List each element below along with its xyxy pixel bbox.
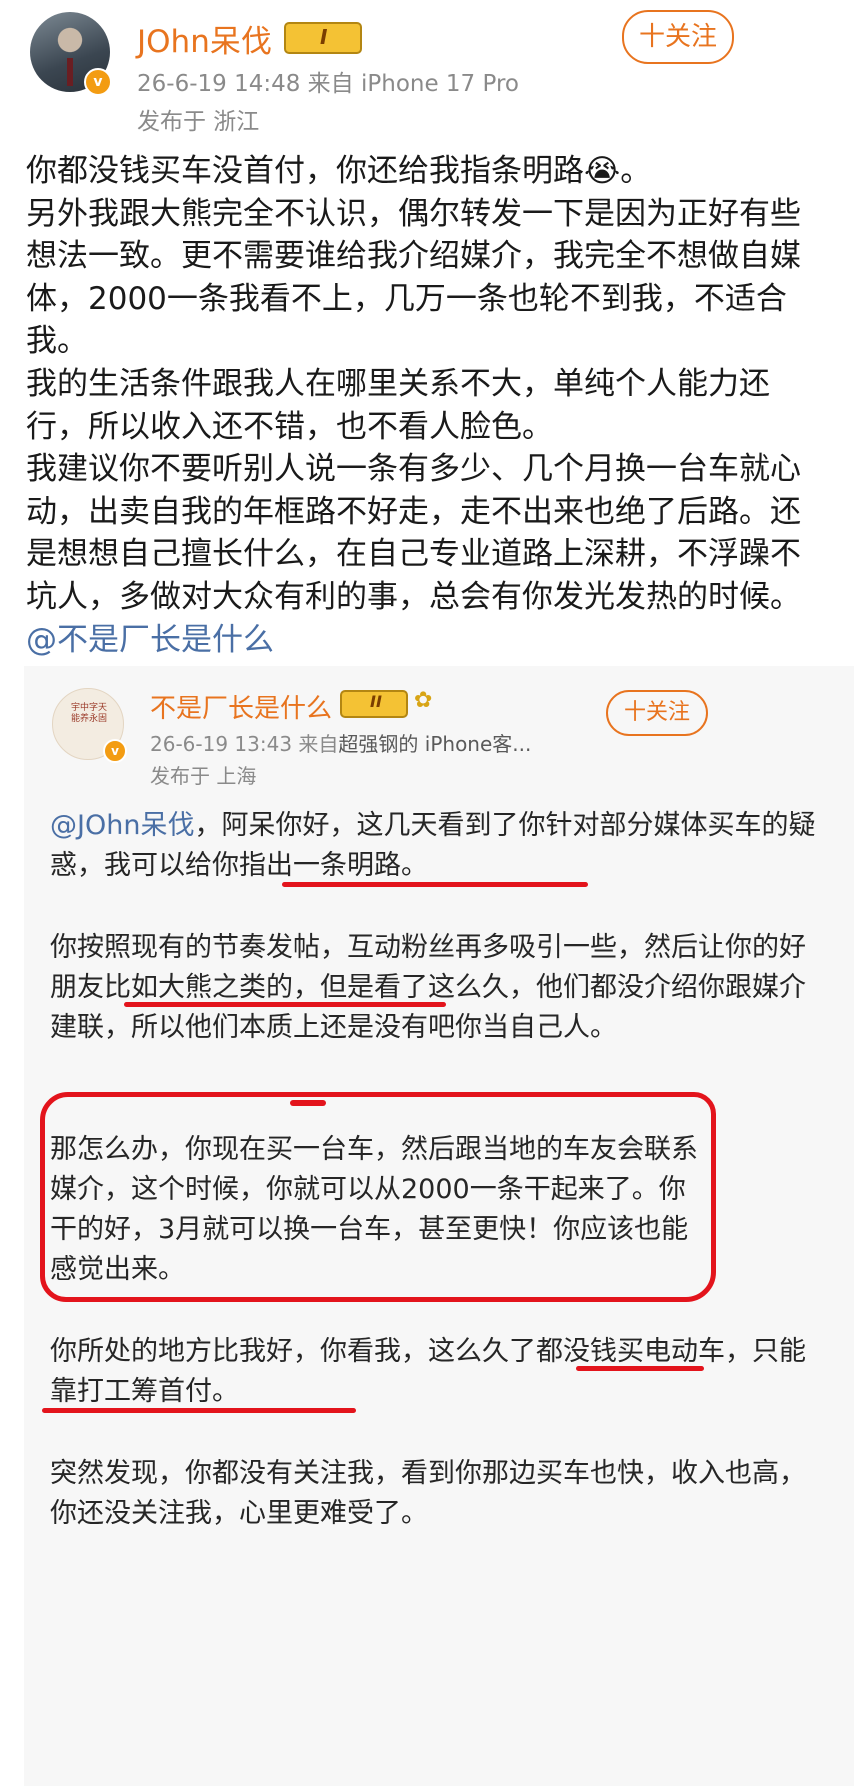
post-paragraph: 另外我跟大熊完全不认识，偶尔转发一下是因为正好有些想法一致。更不需要谁给我介绍媒…: [26, 195, 801, 360]
quoted-paragraph: @JOhn呆伐，阿呆你好，这几天看到了你针对部分媒体买车的疑惑，我可以给你指出一…: [50, 806, 820, 886]
quoted-paragraph: 突然发现，你都没有关注我，看到你那边买车也快，收入也高，你还没关注我，心里更难受…: [50, 1458, 806, 1529]
level-crown-icon: I: [284, 22, 362, 54]
quoted-post-location: 发布于 上海: [150, 764, 257, 788]
level-crown-icon: II: [340, 690, 408, 718]
flower-badge-icon: ✿: [414, 688, 433, 713]
red-underline-annotation: [282, 882, 588, 887]
post-paragraph-text: 我建议你不要听别人说一条有多少、几个月换一台车就心动，出卖自我的年框路不好走，走…: [26, 451, 801, 615]
level-number: II: [370, 692, 382, 711]
mention-link[interactable]: @不是厂长是什么: [26, 622, 274, 658]
post-body: 你都没钱买车没首付，你还给我指条明路😭。 另外我跟大熊完全不认识，偶尔转发一下是…: [26, 150, 826, 661]
red-circle-annotation: [40, 1092, 716, 1302]
quoted-meta-source: 超强钢的 iPhone客...: [338, 732, 532, 756]
author-avatar[interactable]: v: [30, 12, 112, 96]
post-paragraph: 我建议你不要听别人说一条有多少、几个月换一台车就心动，出卖自我的年框路不好走，走…: [26, 448, 826, 661]
post-location: 发布于 浙江: [137, 109, 260, 135]
quoted-author-avatar[interactable]: 宇中字天 能养永固 v: [52, 688, 127, 763]
quoted-paragraph: 你按照现有的节奏发帖，互动粉丝再多吸引一些，然后让你的好朋友比如大熊之类的，但是…: [50, 932, 806, 1043]
follow-button[interactable]: 十关注: [622, 10, 734, 64]
red-underline-annotation: [42, 1408, 356, 1413]
verified-v-icon: v: [84, 68, 112, 96]
red-underline-annotation: [576, 1366, 704, 1371]
quoted-follow-button[interactable]: 十关注: [606, 690, 708, 736]
level-number: I: [320, 25, 328, 49]
post-paragraph: 我的生活条件跟我人在哪里关系不大，单纯个人能力还行，所以收入还不错，也不看人脸色…: [26, 365, 770, 445]
mention-link[interactable]: @JOhn呆伐: [50, 810, 194, 841]
avatar-tie-detail: [67, 58, 73, 86]
author-name[interactable]: JOhn呆伐: [137, 16, 272, 61]
quoted-author-name[interactable]: 不是厂长是什么: [150, 688, 332, 725]
quoted-post-meta: 26-6-19 13:43 来自超强钢的 iPhone客...: [150, 728, 531, 757]
post-paragraph: 你都没钱买车没首付，你还给我指条明路😭。: [26, 153, 652, 189]
post-meta: 26-6-19 14:48 来自 iPhone 17 Pro: [137, 71, 519, 97]
quoted-paragraph: 你所处的地方比我好，你看我，这么久了都没钱买电动车，只能靠打工筹首付。: [50, 1336, 806, 1407]
avatar-seal-text: 宇中字天 能养永固: [70, 703, 107, 724]
quoted-meta-time: 26-6-19 13:43 来自: [150, 732, 339, 756]
verified-v-icon: v: [103, 739, 127, 763]
red-underline-annotation: [124, 1002, 446, 1007]
